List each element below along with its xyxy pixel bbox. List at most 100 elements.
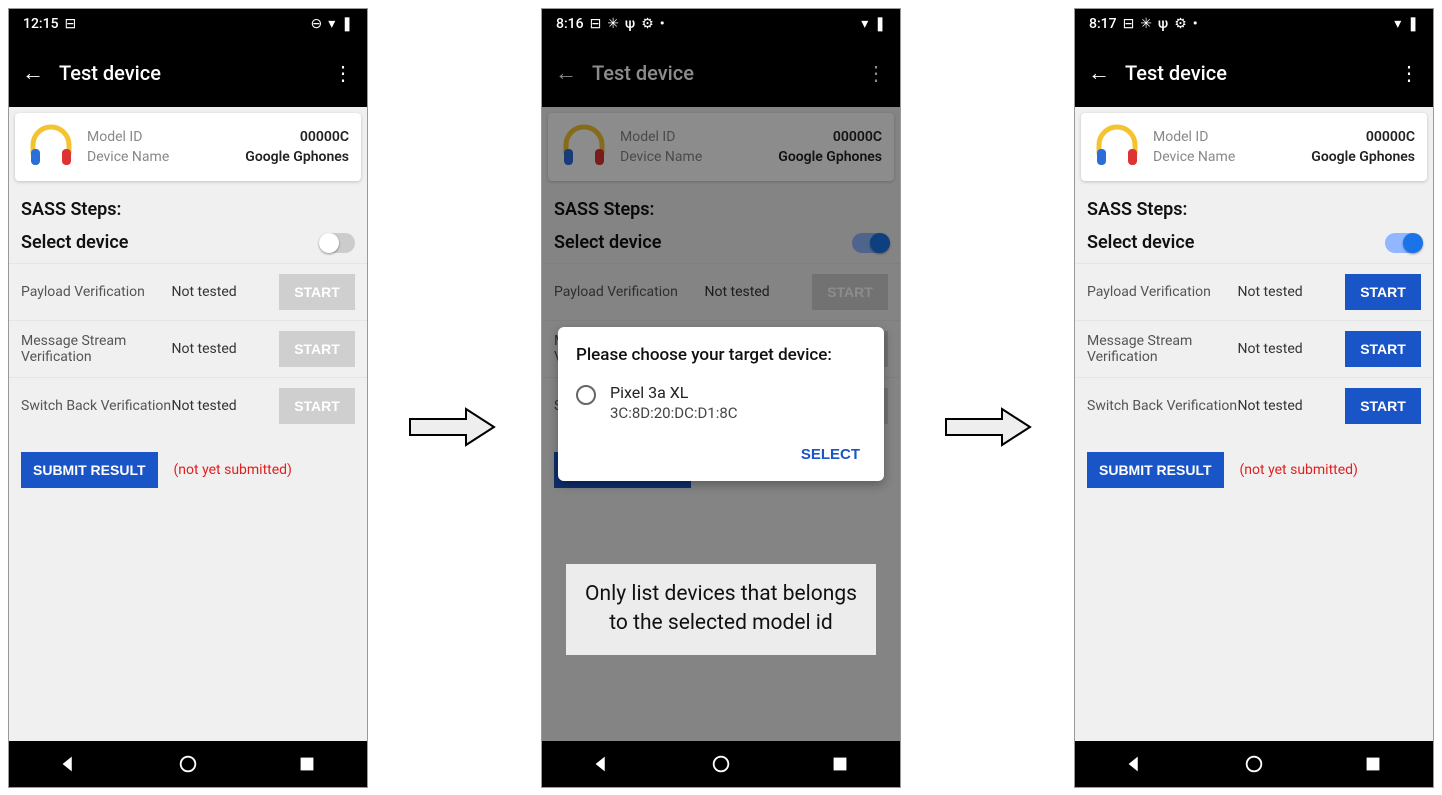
select-device-label: Select device <box>554 232 661 253</box>
nav-recent-icon[interactable] <box>829 753 851 775</box>
device-option[interactable]: Pixel 3a XL 3C:8D:20:DC:D1:8C <box>576 379 866 436</box>
wifi-icon: ▾ <box>1394 17 1401 31</box>
submit-result-button[interactable]: SUBMIT RESULT <box>1087 452 1224 488</box>
status-left-icon: ✳ <box>1140 17 1152 31</box>
select-device-label: Select device <box>21 232 128 253</box>
step-name: Payload Verification <box>1087 284 1238 300</box>
select-device-label: Select device <box>1087 232 1194 253</box>
model-id-value: 00000C <box>833 129 882 145</box>
step-status: Not tested <box>172 398 280 414</box>
headphones-icon <box>560 123 608 171</box>
start-button: START <box>812 274 888 310</box>
radio-icon[interactable] <box>576 385 596 405</box>
start-button[interactable]: START <box>1345 388 1421 424</box>
device-option-name: Pixel 3a XL <box>610 383 738 402</box>
model-id-label: Model ID <box>620 129 675 145</box>
nav-back-icon[interactable] <box>58 753 80 775</box>
model-id-value: 00000C <box>1366 129 1415 145</box>
dialog-select-button[interactable]: SELECT <box>795 436 866 473</box>
status-left-icon: • <box>1193 17 1198 31</box>
step-row: Switch Back Verification Not tested STAR… <box>1075 377 1433 434</box>
status-left-icon: ✳ <box>607 17 619 31</box>
step-row: Payload Verification Not tested START <box>542 263 900 320</box>
device-name-value: Google Gphones <box>778 149 882 165</box>
step-row: Switch Back Verification Not tested STAR… <box>9 377 367 434</box>
nav-home-icon[interactable] <box>710 753 732 775</box>
select-device-toggle[interactable] <box>852 233 888 253</box>
nav-recent-icon[interactable] <box>1362 753 1384 775</box>
step-status: Not tested <box>172 341 280 357</box>
battery-icon: ❚ <box>341 17 353 31</box>
start-button[interactable]: START <box>1345 331 1421 367</box>
status-left-icon: ⊟ <box>1123 17 1135 31</box>
model-id-label: Model ID <box>87 129 142 145</box>
submit-status: (not yet submitted) <box>174 462 292 478</box>
nav-back-icon[interactable] <box>1124 753 1146 775</box>
headphones-icon <box>27 123 75 171</box>
select-device-toggle[interactable] <box>319 233 355 253</box>
page-title: Test device <box>592 61 860 85</box>
start-button[interactable]: START <box>1345 274 1421 310</box>
step-name: Message Stream Verification <box>1087 333 1238 365</box>
more-button[interactable]: ⋮ <box>860 61 892 85</box>
model-id-label: Model ID <box>1153 129 1208 145</box>
app-bar: ← Test device ⋮ <box>542 39 900 107</box>
app-bar: ← Test device ⋮ <box>9 39 367 107</box>
device-name-label: Device Name <box>87 149 169 165</box>
step-status: Not tested <box>1238 398 1346 414</box>
step-status: Not tested <box>1238 341 1346 357</box>
status-left-icon: ψ <box>1158 17 1168 31</box>
back-button[interactable]: ← <box>1083 60 1115 86</box>
more-button[interactable]: ⋮ <box>1393 61 1425 85</box>
page-title: Test device <box>59 61 327 85</box>
flow-arrow-icon <box>944 405 1034 449</box>
nav-home-icon[interactable] <box>1243 753 1265 775</box>
nav-bar <box>1075 741 1433 787</box>
status-left-icon: ⊟ <box>590 17 602 31</box>
status-bar: 8:16 ⊟ ✳ ψ ⚙ • ▾ ❚ <box>542 9 900 39</box>
more-button[interactable]: ⋮ <box>327 61 359 85</box>
nav-recent-icon[interactable] <box>296 753 318 775</box>
start-button: START <box>279 274 355 310</box>
device-name-value: Google Gphones <box>245 149 349 165</box>
nav-back-icon[interactable] <box>591 753 613 775</box>
back-button[interactable]: ← <box>17 60 49 86</box>
status-bar: 8:17 ⊟ ✳ ψ ⚙ • ▾ ❚ <box>1075 9 1433 39</box>
step-row: Message Stream Verification Not tested S… <box>9 320 367 377</box>
section-title: SASS Steps: <box>1075 189 1433 226</box>
status-left-icon: ⚙ <box>641 17 654 31</box>
step-row: Payload Verification Not tested START <box>9 263 367 320</box>
device-option-mac: 3C:8D:20:DC:D1:8C <box>610 404 738 422</box>
step-name: Payload Verification <box>21 284 172 300</box>
device-name-label: Device Name <box>1153 149 1235 165</box>
step-status: Not tested <box>705 284 813 300</box>
callout-note: Only list devices that belongs to the se… <box>566 564 876 655</box>
phone-screen-2: 8:16 ⊟ ✳ ψ ⚙ • ▾ ❚ ← Test device ⋮ Model… <box>541 8 901 788</box>
select-device-toggle[interactable] <box>1385 233 1421 253</box>
section-title: SASS Steps: <box>9 189 367 226</box>
status-left-icon: ⚙ <box>1174 17 1187 31</box>
submit-result-button[interactable]: SUBMIT RESULT <box>21 452 158 488</box>
status-time: 8:17 <box>1089 16 1117 32</box>
back-button[interactable]: ← <box>550 60 582 86</box>
status-bar: 12:15 ⊟ ⊖ ▾ ❚ <box>9 9 367 39</box>
phone-screen-1: 12:15 ⊟ ⊖ ▾ ❚ ← Test device ⋮ Model ID 0… <box>8 8 368 788</box>
status-time: 8:16 <box>556 16 584 32</box>
submit-status: (not yet submitted) <box>1240 462 1358 478</box>
phone-screen-3: 8:17 ⊟ ✳ ψ ⚙ • ▾ ❚ ← Test device ⋮ Model… <box>1074 8 1434 788</box>
page-title: Test device <box>1125 61 1393 85</box>
start-button: START <box>279 388 355 424</box>
headphones-icon <box>1093 123 1141 171</box>
flow-arrow-icon <box>408 405 498 449</box>
step-name: Switch Back Verification <box>21 398 172 414</box>
app-bar: ← Test device ⋮ <box>1075 39 1433 107</box>
device-card: Model ID 00000C Device Name Google Gphon… <box>1081 113 1427 181</box>
step-row: Payload Verification Not tested START <box>1075 263 1433 320</box>
status-left-icon: ψ <box>625 17 635 31</box>
step-name: Switch Back Verification <box>1087 398 1238 414</box>
battery-icon: ❚ <box>1407 17 1419 31</box>
start-button: START <box>279 331 355 367</box>
nav-home-icon[interactable] <box>177 753 199 775</box>
dialog-title: Please choose your target device: <box>576 345 866 365</box>
status-time: 12:15 <box>23 16 59 32</box>
